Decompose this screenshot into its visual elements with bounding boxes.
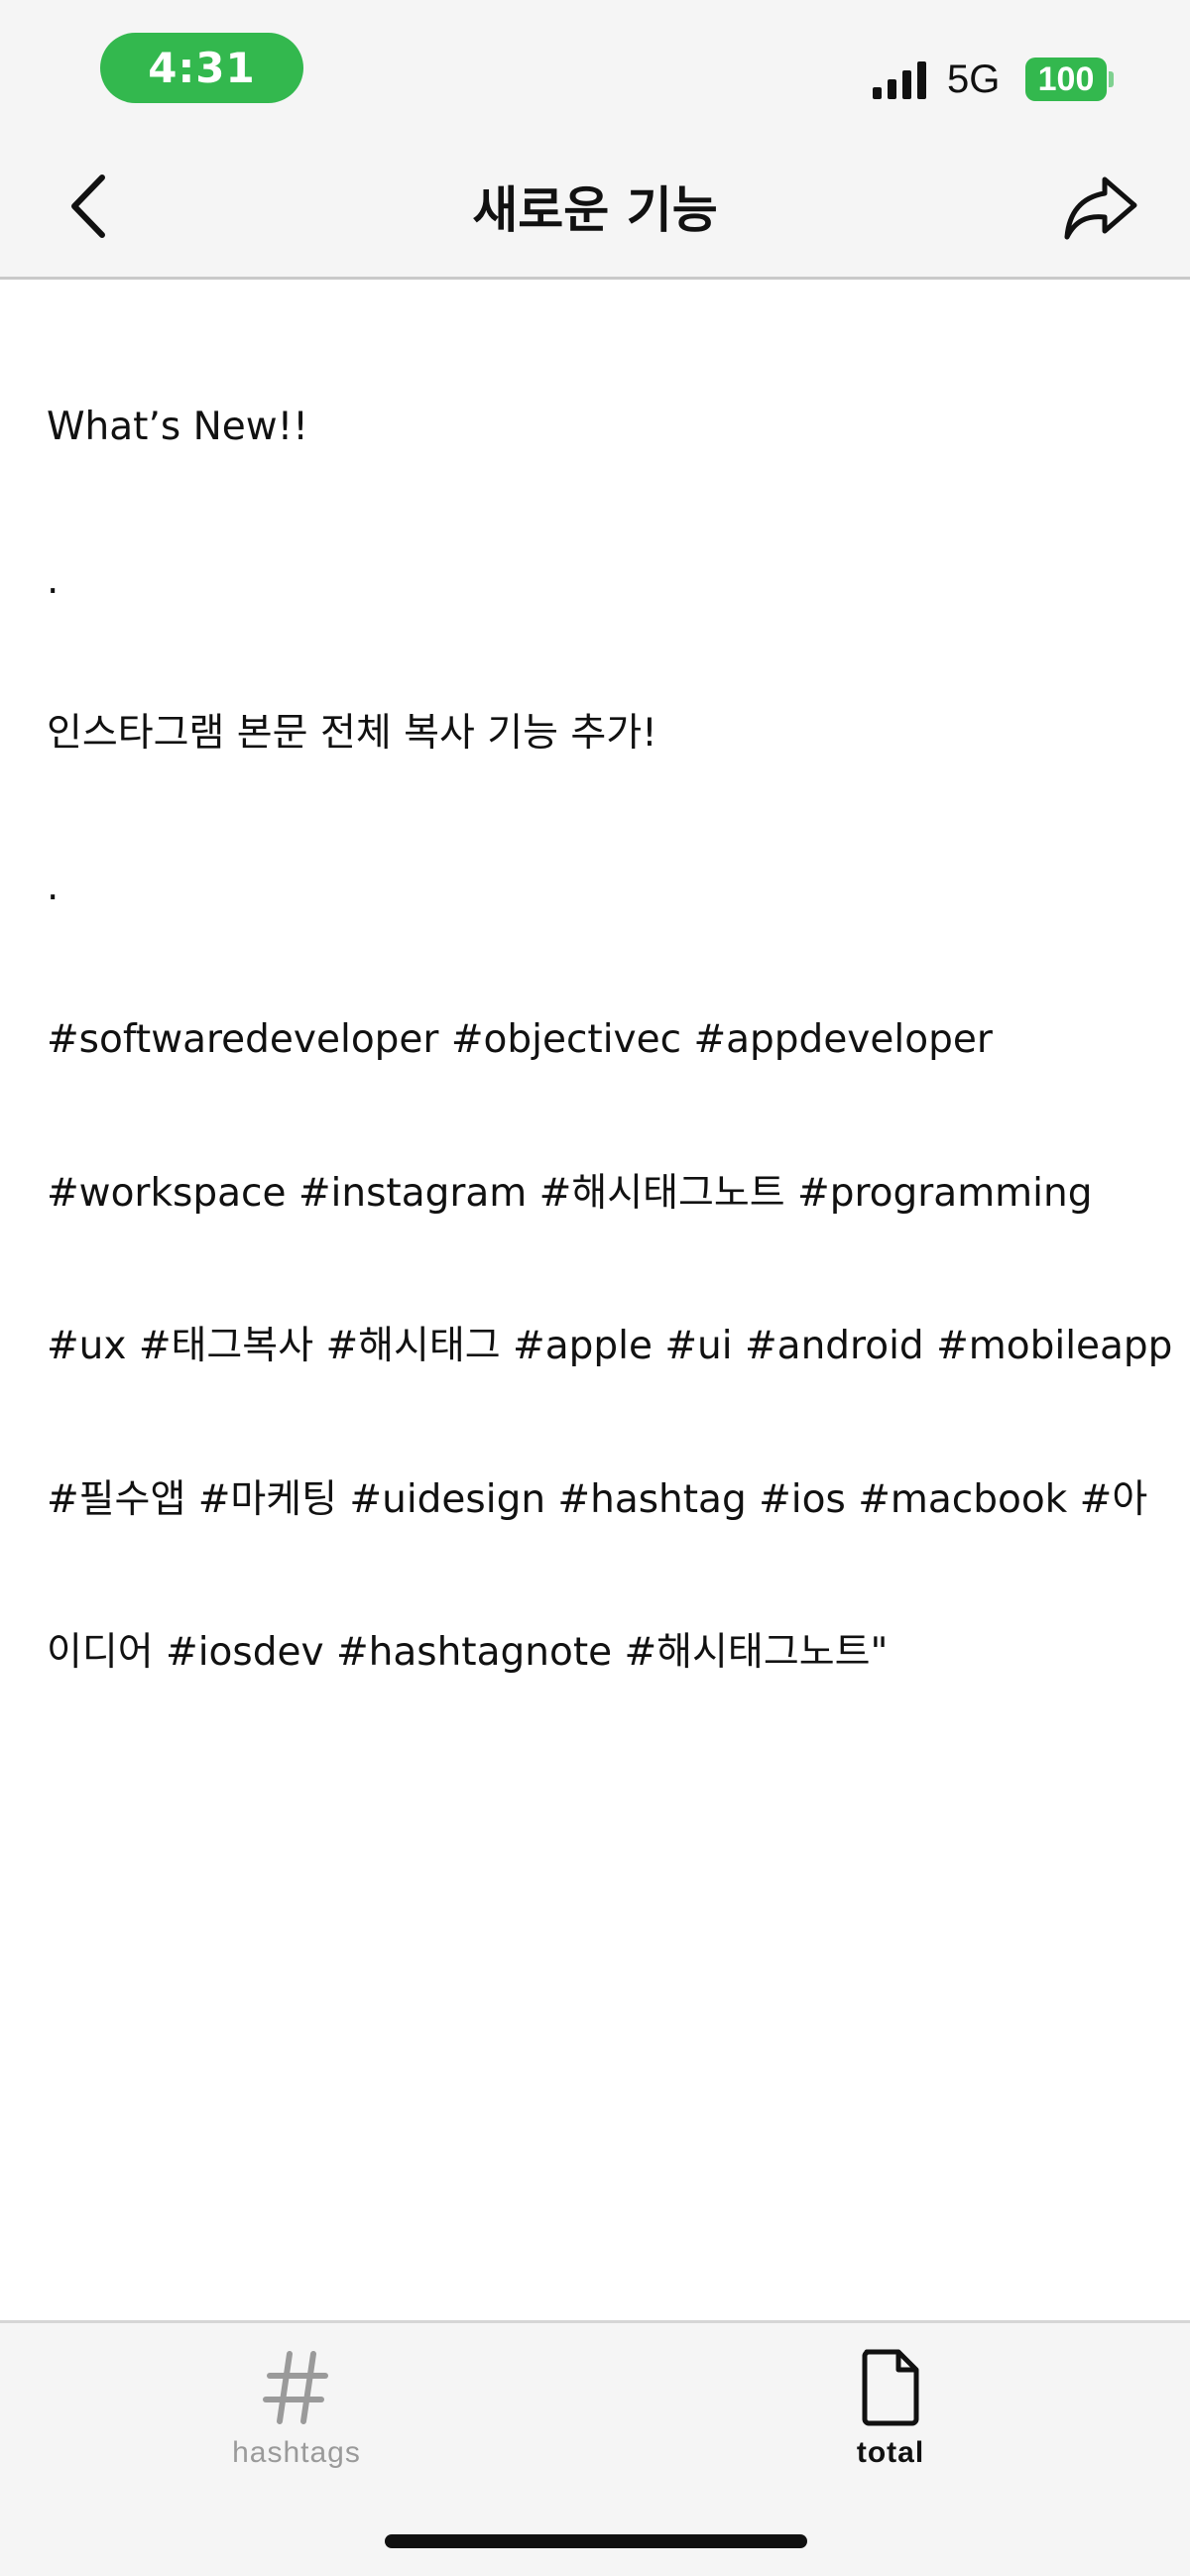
content-line: . [47,557,60,603]
chevron-left-icon [71,175,105,238]
share-button[interactable] [1056,169,1145,248]
content-line: 이디어 #iosdev #hashtagnote #해시태그노트" [47,1630,889,1675]
share-arrow-icon [1064,176,1137,240]
signal-bars-icon [873,61,926,99]
content-line: #softwaredeveloper #objectivec #appdevel… [47,1017,993,1062]
status-time: 4:31 [100,33,303,103]
document-icon [841,2343,940,2432]
content-line: 인스타그램 본문 전체 복사 기능 추가! [47,711,657,756]
note-content[interactable]: What’s New!! . 인스타그램 본문 전체 복사 기능 추가! . #… [47,299,1173,1781]
navigation-bar: 새로운 기능 [0,139,1190,280]
content-line: #workspace #instagram #해시태그노트 #programmi… [47,1170,1093,1216]
battery-icon: 100 [1025,58,1107,101]
battery-tip [1109,71,1114,87]
home-indicator[interactable] [385,2534,807,2548]
content-line: #ux #태그복사 #해시태그 #apple #ui #android #mob… [47,1324,1173,1368]
page-title: 새로운 기능 [472,181,718,239]
status-bar: 4:31 5G 100 [0,0,1190,139]
screen: 4:31 5G 100 새로운 기능 What’s New!! . 인스타그램 … [0,0,1190,2576]
hashtag-icon [247,2343,346,2432]
content-line: . [47,864,60,909]
content-line: #필수앱 #마케팅 #uidesign #hashtag #ios #macbo… [47,1476,1148,1522]
tab-hashtags[interactable]: hashtags [197,2343,396,2492]
tab-total[interactable]: total [791,2343,990,2492]
tab-label: hashtags [232,2436,361,2469]
network-label: 5G [947,58,1001,101]
tab-label: total [856,2436,925,2469]
back-button[interactable] [50,167,129,246]
content-line: What’s New!! [47,405,308,449]
